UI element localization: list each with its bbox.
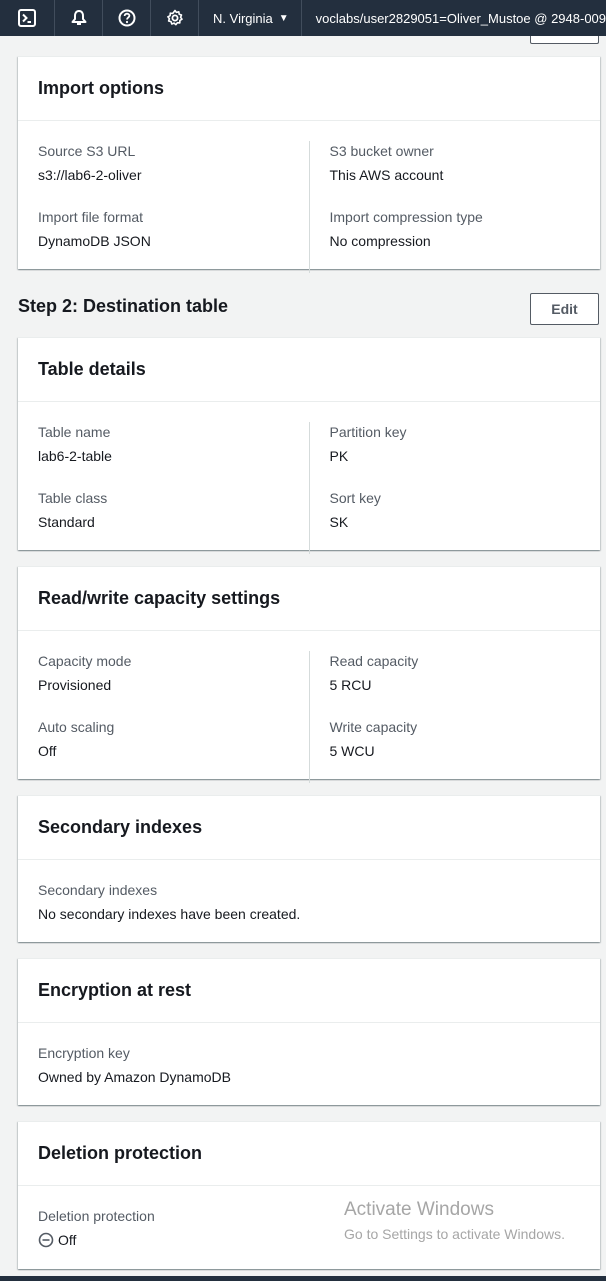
top-navigation-bar: N. Virginia ▼ voclabs/user2829051=Oliver… [0, 0, 606, 36]
field-label: Import compression type [329, 209, 483, 225]
field-label: Source S3 URL [38, 143, 136, 159]
secondary-indexes-card: Secondary indexes Secondary indexes No s… [18, 795, 600, 942]
gear-icon [166, 9, 183, 26]
partition-key-field: Partition key PK [330, 422, 581, 488]
field-value: No secondary indexes have been created. [38, 906, 301, 922]
field-label: Sort key [329, 490, 381, 506]
notifications-button[interactable] [55, 0, 104, 36]
field-value: Owned by Amazon DynamoDB [38, 1069, 231, 1085]
previous-edit-button[interactable] [530, 36, 599, 44]
region-selector[interactable]: N. Virginia ▼ [199, 0, 302, 36]
deletion-protection-field: Deletion protection Off [38, 1206, 580, 1272]
field-label: Write capacity [329, 719, 418, 735]
field-label: Read capacity [329, 653, 419, 669]
account-menu[interactable]: voclabs/user2829051=Oliver_Mustoe @ 2948… [302, 11, 606, 26]
import-compression-field: Import compression type No compression [330, 207, 581, 273]
card-header: Secondary indexes [18, 796, 600, 860]
card-header: Import options [18, 57, 600, 121]
region-label: N. Virginia [213, 10, 273, 26]
card-title: Deletion protection [38, 1143, 203, 1163]
table-name-field: Table name lab6-2-table [38, 422, 289, 488]
card-title: Import options [38, 78, 164, 98]
read-capacity-field: Read capacity 5 RCU [330, 651, 581, 717]
field-label: Import file format [38, 209, 144, 225]
caret-down-icon: ▼ [278, 12, 289, 24]
field-label: Table name [38, 424, 111, 440]
cloudshell-icon [18, 9, 37, 27]
field-label: Encryption key [38, 1045, 130, 1061]
field-value: SK [329, 514, 349, 530]
encryption-card: Encryption at rest Encryption key Owned … [18, 958, 600, 1105]
field-label: Auto scaling [38, 719, 115, 735]
table-details-card: Table details Table name lab6-2-table Ta… [18, 337, 600, 554]
step-2-title: Step 2: Destination table [18, 296, 229, 316]
field-value: DynamoDB JSON [38, 233, 151, 249]
secondary-indexes-field: Secondary indexes No secondary indexes h… [38, 880, 580, 946]
field-value: 5 WCU [329, 743, 375, 759]
edit-button[interactable]: Edit [530, 293, 599, 325]
deletion-protection-card: Deletion protection Deletion protection … [18, 1121, 600, 1269]
bell-icon [71, 10, 87, 25]
write-capacity-field: Write capacity 5 WCU [330, 717, 581, 783]
account-label: voclabs/user2829051=Oliver_Mustoe @ 2948… [315, 10, 606, 26]
status-indicator: Off [38, 1230, 580, 1250]
field-label: S3 bucket owner [329, 143, 434, 159]
field-value: This AWS account [329, 167, 444, 183]
cloudshell-button[interactable] [0, 0, 56, 36]
card-title: Read/write capacity settings [38, 588, 281, 608]
capacity-settings-card: Read/write capacity settings Capacity mo… [18, 566, 600, 783]
field-value: 5 RCU [329, 677, 372, 693]
field-value: Standard [38, 514, 95, 530]
field-label: Capacity mode [38, 653, 132, 669]
table-class-field: Table class Standard [38, 488, 289, 554]
field-value: No compression [329, 233, 431, 249]
status-stopped-icon [38, 1232, 54, 1248]
source-s3-url-field: Source S3 URL s3://lab6-2-oliver [38, 141, 289, 207]
s3-bucket-owner-field: S3 bucket owner This AWS account [330, 141, 581, 207]
card-title: Encryption at rest [38, 980, 192, 1000]
encryption-key-field: Encryption key Owned by Amazon DynamoDB [38, 1043, 580, 1109]
status-text: Off [58, 1232, 77, 1248]
taskbar-edge [0, 1276, 606, 1281]
field-value: s3://lab6-2-oliver [38, 167, 142, 183]
import-file-format-field: Import file format DynamoDB JSON [38, 207, 289, 273]
field-value: Provisioned [38, 677, 112, 693]
card-title: Secondary indexes [38, 817, 203, 837]
field-label: Partition key [329, 424, 407, 440]
card-header: Encryption at rest [18, 959, 600, 1023]
help-icon [118, 9, 136, 27]
sort-key-field: Sort key SK [330, 488, 581, 554]
card-title: Table details [38, 359, 146, 379]
capacity-mode-field: Capacity mode Provisioned [38, 651, 289, 717]
card-header: Read/write capacity settings [18, 567, 600, 631]
auto-scaling-field: Auto scaling Off [38, 717, 289, 783]
field-label: Table class [38, 490, 108, 506]
field-value: Off [38, 743, 57, 759]
card-header: Table details [18, 338, 600, 402]
field-value: PK [329, 448, 349, 464]
import-options-card: Import options Source S3 URL s3://lab6-2… [18, 56, 600, 273]
help-button[interactable] [103, 0, 152, 36]
field-label: Deletion protection [38, 1208, 155, 1224]
settings-button[interactable] [151, 0, 200, 36]
card-header: Deletion protection [18, 1122, 600, 1186]
field-label: Secondary indexes [38, 882, 158, 898]
field-value: lab6-2-table [38, 448, 112, 464]
